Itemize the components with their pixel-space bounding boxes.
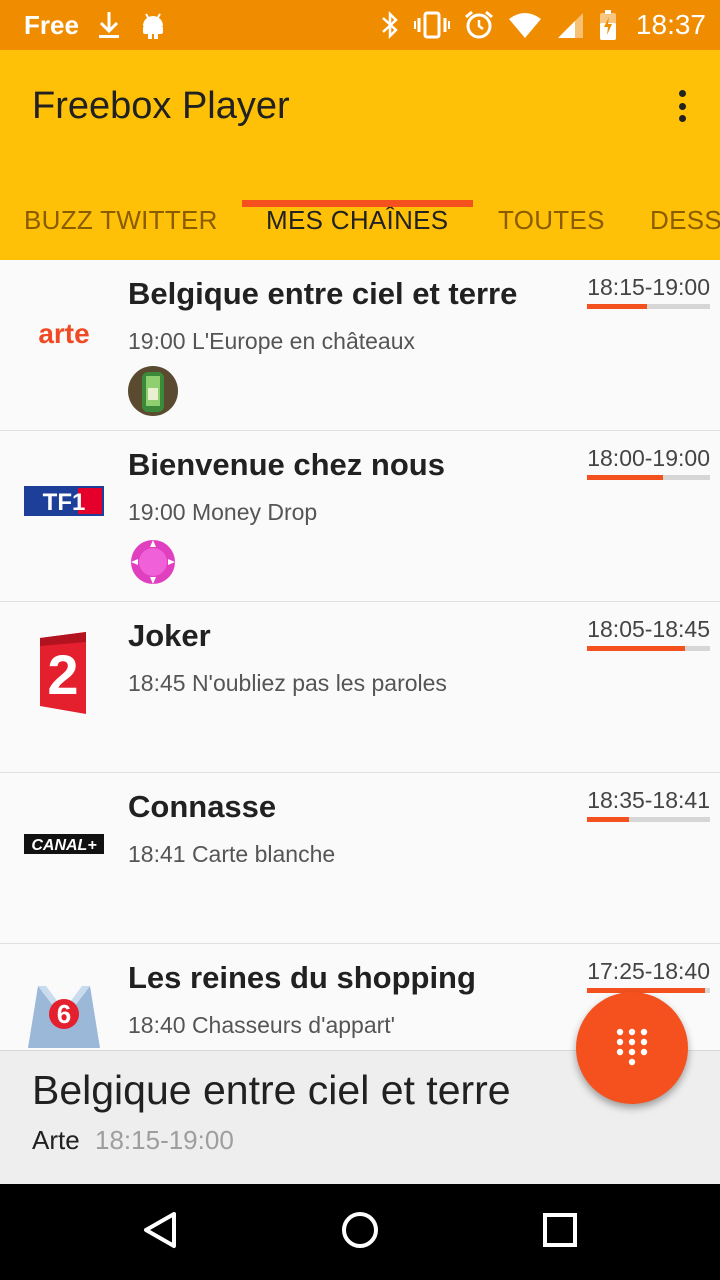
alarm-icon <box>464 10 494 40</box>
now-playing-title: Belgique entre ciel et terre <box>32 1067 511 1113</box>
overflow-menu-button[interactable] <box>670 86 694 126</box>
tf1-logo-text: TF1 <box>43 489 86 516</box>
navigation-bar <box>0 1184 720 1280</box>
remote-keypad-button[interactable] <box>576 992 688 1104</box>
time-range: 17:25-18:40 <box>587 958 710 984</box>
progress-bar <box>587 817 710 822</box>
france2-logo-text: 2 <box>47 643 78 706</box>
progress-bar <box>587 646 710 651</box>
progress-bar <box>587 304 710 309</box>
tab-buzz-twitter[interactable]: BUZZ TWITTER <box>24 180 218 260</box>
program-title: Joker <box>128 618 211 653</box>
arte-logo: arte <box>24 314 104 354</box>
avatar[interactable] <box>128 537 178 587</box>
avatar[interactable] <box>128 366 178 416</box>
progress-bar <box>587 475 710 480</box>
next-program: 19:00 L'Europe en châteaux <box>128 328 416 354</box>
list-item[interactable]: arte Belgique entre ciel et terre 19:00 … <box>0 260 720 431</box>
carrier-label: Free <box>24 9 79 40</box>
now-playing-time: 18:15-19:00 <box>95 1125 234 1155</box>
time-range: 18:35-18:41 <box>587 787 710 813</box>
app-bar: Freebox Player BUZZ TWITTER MES CHAÎNES … <box>0 50 720 260</box>
download-icon <box>97 10 121 40</box>
list-item[interactable]: 2 Joker 18:45 N'oubliez pas les paroles … <box>0 602 720 773</box>
progress-fill <box>587 304 648 309</box>
android-icon <box>139 10 167 40</box>
back-button[interactable] <box>136 1208 184 1256</box>
dot-icon <box>678 102 686 110</box>
next-program: 19:00 Money Drop <box>128 499 318 525</box>
tab-mes-chaines[interactable]: MES CHAÎNES <box>266 180 448 260</box>
signal-icon <box>556 11 584 39</box>
vibrate-icon <box>413 10 450 40</box>
program-title: Connasse <box>128 789 277 824</box>
france2-logo: 2 <box>24 632 104 714</box>
canal-plus-logo: CANAL+ <box>24 833 104 855</box>
list-item[interactable]: CANAL+ Connasse 18:41 Carte blanche 18:3… <box>0 773 720 944</box>
app-title: Freebox Player <box>32 85 290 127</box>
progress-fill <box>587 988 706 993</box>
program-title: Belgique entre ciel et terre <box>128 276 518 311</box>
canal-plus-logo-text: CANAL+ <box>31 837 96 854</box>
recents-icon <box>542 1212 578 1253</box>
dialpad-icon <box>612 1026 652 1071</box>
program-title: Bienvenue chez nous <box>128 447 445 482</box>
progress-fill <box>587 475 664 480</box>
status-bar: Free 18:37 <box>0 0 720 50</box>
list-item[interactable]: TF1 Bienvenue chez nous 19:00 Money Drop… <box>0 431 720 602</box>
progress-fill <box>587 817 629 822</box>
recents-button[interactable] <box>536 1208 584 1256</box>
dot-icon <box>678 115 686 122</box>
m6-logo: 6 <box>24 980 104 1050</box>
time-range: 18:00-19:00 <box>587 445 710 471</box>
tf1-logo: TF1 <box>24 485 104 517</box>
next-program: 18:40 Chasseurs d'appart' <box>128 1012 396 1038</box>
tab-bar: BUZZ TWITTER MES CHAÎNES TOUTES DESSINS … <box>0 180 720 260</box>
time-range: 18:15-19:00 <box>587 274 710 300</box>
home-button[interactable] <box>336 1208 384 1256</box>
next-program: 18:45 N'oubliez pas les paroles <box>128 670 447 696</box>
program-title: Les reines du shopping <box>128 960 476 995</box>
m6-logo-text: 6 <box>57 999 71 1029</box>
tab-toutes[interactable]: TOUTES <box>498 180 605 260</box>
time-range: 18:05-18:45 <box>587 616 710 642</box>
bluetooth-icon <box>380 10 400 40</box>
back-icon <box>140 1210 180 1255</box>
dot-icon <box>678 90 686 97</box>
tab-indicator <box>242 200 473 207</box>
wifi-icon <box>508 11 542 39</box>
home-icon <box>340 1210 380 1255</box>
now-playing-channel: Arte <box>32 1125 80 1155</box>
program-list[interactable]: arte Belgique entre ciel et terre 19:00 … <box>0 260 720 1050</box>
progress-fill <box>587 646 686 651</box>
progress-bar <box>587 988 710 993</box>
clock: 18:37 <box>635 9 706 40</box>
battery-icon <box>598 9 618 41</box>
arte-logo-text: arte <box>38 319 89 349</box>
tab-dessins-animes[interactable]: DESSINS ANIMÉS <box>650 180 720 260</box>
next-program: 18:41 Carte blanche <box>128 841 336 867</box>
